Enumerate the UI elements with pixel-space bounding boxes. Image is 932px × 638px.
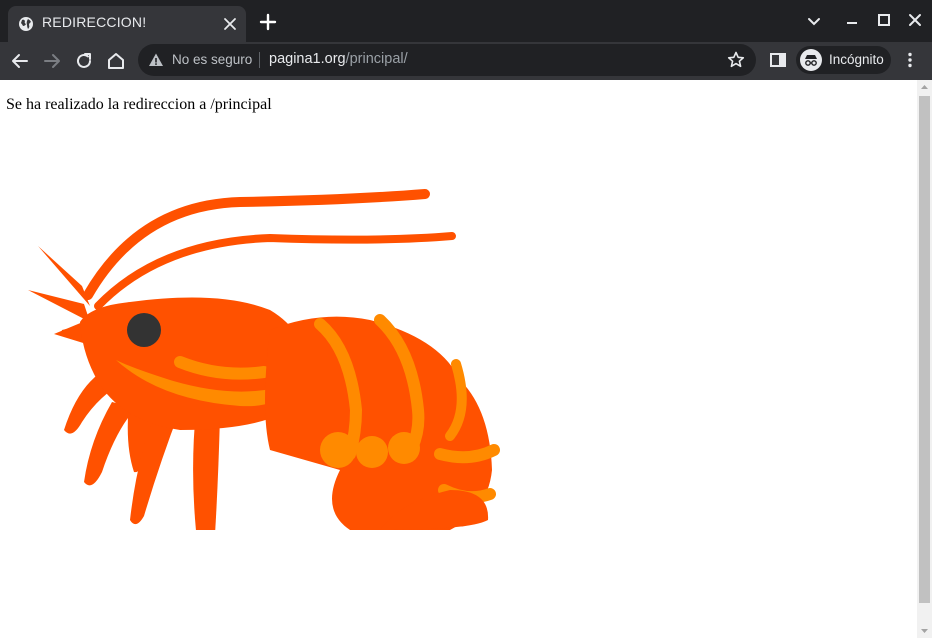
kebab-menu-icon[interactable] (900, 50, 920, 70)
vertical-scrollbar[interactable] (917, 80, 932, 638)
scroll-down-icon[interactable] (917, 623, 932, 638)
shrimp-emoji (28, 189, 500, 530)
arrow-left-icon[interactable] (7, 48, 33, 74)
window-close-icon[interactable] (904, 10, 926, 32)
url-host: pagina1.org (269, 51, 346, 67)
home-icon[interactable] (103, 48, 129, 74)
maximize-icon[interactable] (873, 10, 895, 32)
side-panel-icon[interactable] (768, 50, 788, 70)
address-bar[interactable]: No es seguro pagina1.org/principal/ (138, 44, 756, 76)
star-icon[interactable] (726, 50, 746, 70)
scroll-up-icon[interactable] (917, 80, 932, 95)
tab-strip: REDIRECCION! (0, 0, 932, 42)
minimize-icon[interactable] (841, 10, 863, 32)
incognito-label: Incógnito (829, 52, 884, 67)
url-text[interactable]: pagina1.org/principal/ (269, 51, 408, 67)
warning-icon[interactable] (148, 52, 164, 68)
close-icon[interactable] (220, 14, 240, 34)
security-label[interactable]: No es seguro (172, 52, 252, 67)
active-tab[interactable]: REDIRECCION! (8, 6, 246, 42)
scrollbar-thumb[interactable] (919, 96, 930, 603)
globe-icon (19, 17, 33, 31)
incognito-profile-button[interactable]: Incógnito (796, 46, 891, 74)
url-path: /principal/ (345, 51, 408, 67)
tab-title: REDIRECCION! (42, 14, 147, 30)
plus-icon[interactable] (256, 10, 280, 34)
omnibox-separator (259, 52, 260, 68)
toolbar: No es seguro pagina1.org/principal/ Incó… (0, 42, 932, 80)
incognito-icon (800, 49, 822, 71)
chevron-down-icon[interactable] (803, 10, 825, 32)
arrow-right-icon[interactable] (39, 48, 65, 74)
reload-icon[interactable] (71, 48, 97, 74)
